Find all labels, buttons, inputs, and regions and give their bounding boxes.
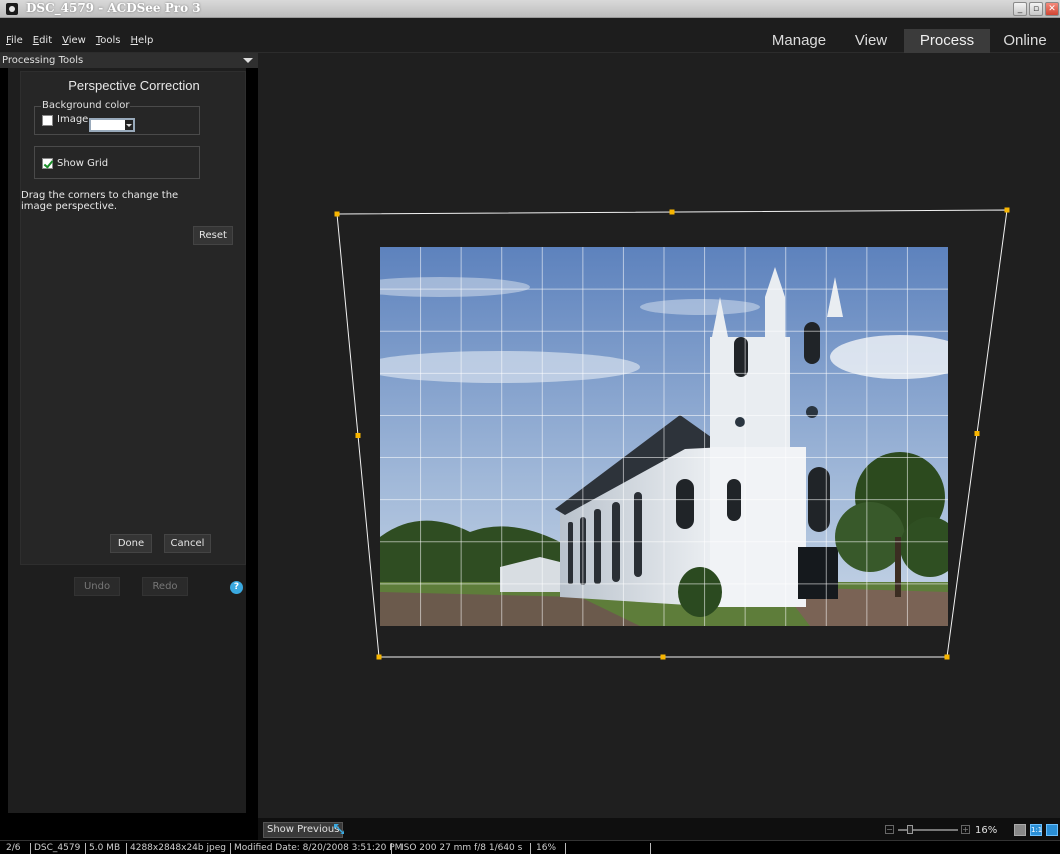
undo-button[interactable]: Undo <box>74 577 120 596</box>
reset-button[interactable]: Reset <box>193 226 233 245</box>
tab-online[interactable]: Online <box>990 29 1060 53</box>
zoom-slider[interactable] <box>898 825 958 834</box>
status-dimensions: 4288x2848x24b jpeg <box>130 843 226 853</box>
restore-button[interactable]: ▫ <box>1029 2 1043 16</box>
perspective-overlay[interactable] <box>258 53 1060 818</box>
background-color-picker[interactable] <box>89 118 135 132</box>
done-button[interactable]: Done <box>110 534 152 553</box>
status-filesize: 5.0 MB <box>89 843 121 853</box>
tool-title: Perspective Correction <box>68 78 200 93</box>
status-filename: DSC_4579 <box>34 843 81 853</box>
expand-icon[interactable] <box>1046 824 1058 836</box>
chevron-down-icon[interactable] <box>243 58 253 63</box>
status-separator <box>565 843 566 854</box>
status-separator <box>85 843 86 854</box>
status-separator <box>391 843 392 854</box>
status-modified: Modified Date: 8/20/2008 3:51:20 PM <box>234 843 403 853</box>
corner-handle[interactable] <box>944 654 950 660</box>
fit-dropdown-icon[interactable] <box>1014 824 1026 836</box>
tab-manage[interactable]: Manage <box>760 29 838 53</box>
image-viewer[interactable] <box>258 53 1060 818</box>
show-previous-icon[interactable] <box>333 823 345 835</box>
status-separator <box>126 843 127 854</box>
status-separator <box>30 843 31 854</box>
status-bar: 2/6 DSC_4579 5.0 MB 4288x2848x24b jpeg M… <box>0 840 1060 854</box>
perspective-correction-tool: Perspective Correction Background color … <box>20 71 246 565</box>
processing-tools-panel: Processing Tools Perspective Correction … <box>0 53 258 818</box>
corner-handle[interactable] <box>376 654 382 660</box>
menu-help[interactable]: Help <box>131 35 154 46</box>
panel-body: Perspective Correction Background color … <box>8 68 246 813</box>
image-checkbox-label: Image <box>57 114 89 125</box>
edge-handle[interactable] <box>355 433 361 438</box>
background-color-group: Background color Image <box>34 100 200 135</box>
tab-process[interactable]: Process <box>904 29 990 53</box>
zoom-in-button[interactable]: + <box>961 825 970 834</box>
zoom-out-button[interactable]: − <box>885 825 894 834</box>
image-checkbox[interactable] <box>42 115 53 126</box>
chevron-down-icon[interactable] <box>125 120 133 130</box>
title-bar: DSC_4579 - ACDSee Pro 3 _ ▫ ✕ <box>0 0 1060 18</box>
menu-bar: File Edit View Tools Help Manage View Pr… <box>0 18 1060 53</box>
cancel-button[interactable]: Cancel <box>164 534 211 553</box>
corner-handle[interactable] <box>1004 207 1010 213</box>
perspective-frame[interactable] <box>336 209 1008 658</box>
panel-header[interactable]: Processing Tools <box>0 53 258 68</box>
status-zoom: 16% <box>536 843 557 853</box>
menu-file[interactable]: File <box>6 35 23 46</box>
corner-handle[interactable] <box>334 211 340 217</box>
show-previous-button[interactable]: Show Previous <box>263 822 344 838</box>
menu-edit[interactable]: Edit <box>33 35 52 46</box>
panel-header-label: Processing Tools <box>2 55 84 66</box>
instructions-text: Drag the corners to change the image per… <box>21 190 179 212</box>
redo-button[interactable]: Redo <box>142 577 188 596</box>
tab-view[interactable]: View <box>838 29 904 53</box>
window-title: DSC_4579 - ACDSee Pro 3 <box>26 1 201 15</box>
status-separator <box>530 843 531 854</box>
actual-size-icon[interactable]: 1:1 <box>1030 824 1042 836</box>
status-separator <box>230 843 231 854</box>
viewer-toolbar: Show Previous − + 16% 1:1 <box>258 818 1060 840</box>
menu-tools[interactable]: Tools <box>96 35 121 46</box>
status-exif: ISO 200 27 mm f/8 1/640 s <box>401 843 523 853</box>
menu-view[interactable]: View <box>62 35 86 46</box>
zoom-value[interactable]: 16% <box>975 825 1011 836</box>
show-grid-group: Show Grid <box>34 146 200 179</box>
status-position: 2/6 <box>6 843 21 853</box>
edge-handle[interactable] <box>974 431 980 436</box>
close-button[interactable]: ✕ <box>1045 2 1059 16</box>
show-grid-checkbox[interactable] <box>42 158 53 169</box>
minimize-button[interactable]: _ <box>1013 2 1027 16</box>
zoom-slider-thumb[interactable] <box>907 825 913 834</box>
show-grid-label: Show Grid <box>57 158 109 169</box>
background-color-label: Background color <box>41 100 131 111</box>
help-icon[interactable]: ? <box>230 581 243 594</box>
edge-handle[interactable] <box>660 654 666 660</box>
edge-handle[interactable] <box>669 209 675 215</box>
acdsee-app-icon[interactable] <box>6 3 18 15</box>
status-separator <box>650 843 651 854</box>
